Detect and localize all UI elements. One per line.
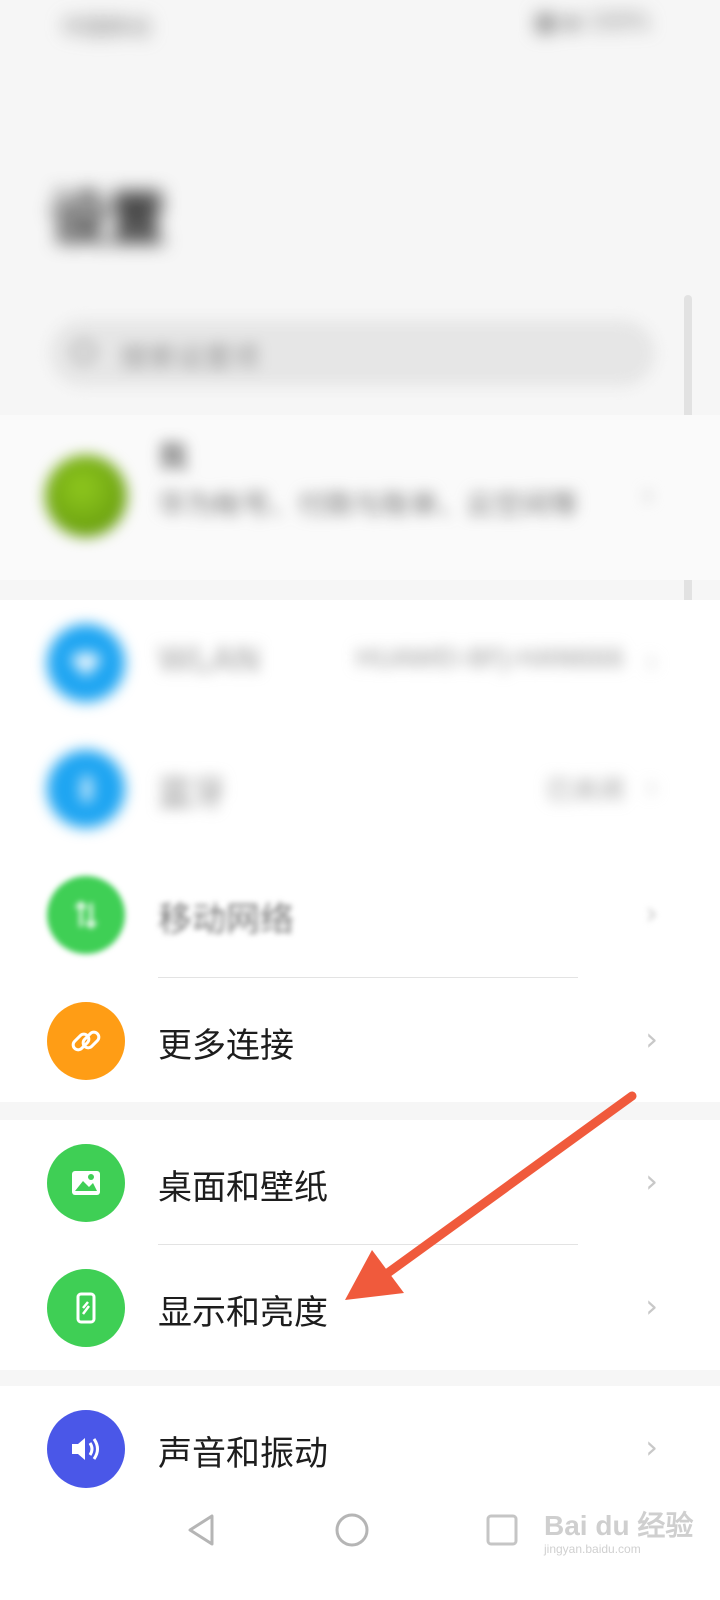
settings-item-wlan[interactable]: WLAN HUAWEI-BFJ-HAN666 › — [0, 600, 720, 726]
mobile-network-icon — [47, 876, 125, 954]
settings-item-label: 移动网络 — [158, 900, 294, 940]
settings-item-value: HUAWEI-BFJ-HAN666 — [355, 644, 624, 674]
settings-item-label: WLAN — [158, 640, 261, 680]
chevron-right-icon: › — [642, 478, 654, 513]
settings-item-mobile-network[interactable]: 移动网络 › — [0, 852, 720, 978]
settings-item-display-brightness[interactable]: 显示和亮度 › — [0, 1245, 720, 1371]
volume-icon — [47, 1410, 125, 1488]
status-icons: ■ ◆ 100% — [535, 10, 650, 35]
avatar — [45, 455, 127, 537]
watermark-url: jingyan.baidu.com — [544, 1542, 641, 1556]
search-placeholder: 搜索设置项 — [120, 341, 261, 374]
page-title: 设置 — [50, 185, 167, 253]
display-brightness-icon — [47, 1269, 125, 1347]
home-icon[interactable] — [322, 1500, 382, 1560]
search-icon — [72, 340, 96, 364]
settings-item-label: 更多连接 — [158, 1026, 294, 1066]
chevron-right-icon: › — [645, 1287, 658, 1325]
status-bar: 中国移动 ■ ◆ 100% — [0, 0, 720, 50]
account-subtitle: 华为帐号、付款与账单、云空间等 — [158, 488, 579, 521]
account-name: 我 — [158, 440, 188, 475]
settings-item-bluetooth[interactable]: 蓝牙 已关闭 › — [0, 726, 720, 852]
settings-item-more-connections[interactable]: 更多连接 › — [0, 978, 720, 1104]
chevron-right-icon: › — [645, 768, 658, 806]
chevron-right-icon: › — [645, 894, 658, 932]
settings-item-label: 声音和振动 — [158, 1434, 328, 1474]
settings-item-label: 桌面和壁纸 — [158, 1168, 328, 1208]
watermark-brand: Bai du 经验 — [544, 1510, 694, 1541]
settings-item-label: 显示和亮度 — [158, 1293, 328, 1333]
chevron-right-icon: › — [645, 642, 658, 680]
chevron-right-icon: › — [645, 1020, 658, 1058]
search-input[interactable]: 搜索设置项 — [50, 320, 655, 386]
wallpaper-icon — [47, 1144, 125, 1222]
recent-apps-icon[interactable] — [472, 1500, 532, 1560]
settings-item-label: 蓝牙 — [158, 774, 226, 814]
settings-item-value: 已关闭 — [545, 776, 624, 806]
carrier-text: 中国移动 — [62, 16, 151, 41]
wifi-icon — [47, 624, 125, 702]
back-icon[interactable] — [172, 1500, 232, 1560]
chevron-right-icon: › — [645, 1162, 658, 1200]
settings-item-wallpaper[interactable]: 桌面和壁纸 › — [0, 1120, 720, 1246]
chevron-right-icon: › — [645, 1428, 658, 1466]
bluetooth-icon — [47, 750, 125, 828]
link-icon — [47, 1002, 125, 1080]
watermark: Bai du 经验 jingyan.baidu.com — [538, 1500, 708, 1560]
settings-screen: 中国移动 ■ ◆ 100% 设置 搜索设置项 我 华为帐号、付款与账单、云空间等… — [0, 0, 720, 1600]
